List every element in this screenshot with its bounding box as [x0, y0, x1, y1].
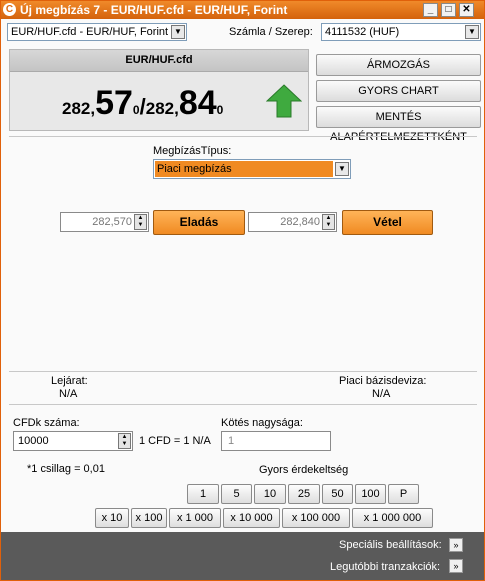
price-panel: EUR/HUF.cfd 282,570/282,840 — [9, 49, 309, 131]
instrument-value: EUR/HUF.cfd - EUR/HUF, Forint — [11, 26, 169, 38]
cfd-ratio-text: 1 CFD = 1 N/A — [139, 435, 211, 447]
cfd-count-value: 10000 — [18, 435, 49, 447]
multiplier-button[interactable]: x 100 000 — [282, 508, 350, 528]
base-currency-label: Piaci bázisdeviza: — [339, 375, 427, 387]
ask-prefix: 282, — [145, 99, 179, 118]
spinner-arrows-icon[interactable]: ▲ ▼ — [322, 214, 335, 230]
footer-panel: Speciális beállítások: » Legutóbbi tranz… — [1, 532, 484, 580]
quick-interest-button[interactable]: P — [388, 484, 419, 504]
buy-button[interactable]: Vétel — [342, 210, 433, 235]
multiplier-button[interactable]: x 100 — [131, 508, 167, 528]
buy-price-input[interactable]: 282,840 ▲ ▼ — [248, 212, 337, 232]
quick-interest-label: Gyors érdekeltség — [259, 464, 349, 476]
cfd-count-input[interactable]: 10000 ▲ ▼ — [13, 431, 133, 451]
title-bar[interactable]: C Új megbízás 7 - EUR/HUF.cfd - EUR/HUF,… — [1, 1, 484, 19]
sell-price-input[interactable]: 282,570 ▲ ▼ — [60, 212, 149, 232]
expiry-label: Lejárat: — [51, 375, 88, 387]
order-window: C Új megbízás 7 - EUR/HUF.cfd - EUR/HUF,… — [0, 0, 485, 581]
expiry-value: N/A — [59, 388, 78, 400]
expand-special-settings-icon[interactable]: » — [449, 538, 463, 552]
spinner-arrows-icon[interactable]: ▲ ▼ — [118, 433, 131, 449]
divider — [9, 404, 477, 405]
order-type-select[interactable]: Piaci megbízás ▼ — [153, 159, 351, 179]
save-as-default-button[interactable]: MENTÉS ALAPÉRTELMEZETTKÉNT — [316, 106, 481, 143]
maximize-button[interactable]: □ — [441, 3, 456, 17]
bid-big: 57 — [95, 84, 133, 122]
chevron-down-icon[interactable]: ▼ — [335, 162, 349, 176]
quick-interest-button[interactable]: 50 — [322, 484, 353, 504]
instrument-symbol: EUR/HUF.cfd — [10, 50, 308, 72]
multiplier-button[interactable]: x 10 000 — [223, 508, 280, 528]
quick-interest-button[interactable]: 25 — [288, 484, 320, 504]
price-movement-button[interactable]: ÁRMOZGÁS — [316, 54, 481, 76]
instrument-select[interactable]: EUR/HUF.cfd - EUR/HUF, Forint ▼ — [7, 23, 187, 41]
account-value: 4111532 (HUF) — [325, 26, 400, 38]
deal-size-value: 1 — [228, 435, 235, 447]
arrow-up-icon — [266, 84, 302, 118]
sell-price-value: 282,570 — [92, 216, 132, 228]
sell-button[interactable]: Eladás — [153, 210, 245, 235]
bid-prefix: 282, — [62, 99, 96, 118]
cfd-count-label: CFDk száma: — [13, 417, 80, 429]
recent-transactions-label[interactable]: Legutóbbi tranzakciók: — [330, 561, 440, 573]
multiplier-button[interactable]: x 1 000 000 — [352, 508, 433, 528]
minimize-button[interactable]: _ — [423, 3, 438, 17]
quick-interest-button[interactable]: 10 — [254, 484, 286, 504]
account-select[interactable]: 4111532 (HUF) ▼ — [321, 23, 481, 41]
multiplier-button[interactable]: x 10 — [95, 508, 129, 528]
quick-chart-button[interactable]: GYORS CHART — [316, 80, 481, 102]
star-note: *1 csillag = 0,01 — [27, 463, 105, 475]
special-settings-label[interactable]: Speciális beállítások: — [339, 539, 442, 551]
account-label: Számla / Szerep: — [229, 26, 313, 38]
chevron-down-icon[interactable]: ▼ — [465, 25, 479, 39]
quote-display: 282,570/282,840 — [62, 84, 223, 123]
quick-interest-button[interactable]: 100 — [355, 484, 386, 504]
ask-suffix: 0 — [216, 103, 224, 117]
app-icon: C — [3, 3, 16, 16]
order-type-label: MegbízásTípus: — [153, 145, 232, 157]
deal-size-label: Kötés nagysága: — [221, 417, 303, 429]
expand-recent-transactions-icon[interactable]: » — [449, 559, 463, 573]
window-title: Új megbízás 7 - EUR/HUF.cfd - EUR/HUF, F… — [20, 3, 288, 17]
multiplier-button[interactable]: x 1 000 — [169, 508, 221, 528]
ask-big: 84 — [178, 84, 217, 122]
quick-interest-button[interactable]: 5 — [221, 484, 252, 504]
quick-interest-button[interactable]: 1 — [187, 484, 219, 504]
deal-size-input[interactable]: 1 — [221, 431, 331, 451]
order-type-value: Piaci megbízás — [157, 163, 232, 175]
close-button[interactable]: ✕ — [459, 3, 474, 17]
divider — [9, 136, 477, 137]
base-currency-value: N/A — [372, 388, 391, 400]
spinner-arrows-icon[interactable]: ▲ ▼ — [134, 214, 147, 230]
buy-price-value: 282,840 — [280, 216, 320, 228]
divider — [9, 371, 477, 372]
chevron-down-icon[interactable]: ▼ — [171, 25, 185, 39]
bid-suffix: 0 — [132, 103, 140, 117]
